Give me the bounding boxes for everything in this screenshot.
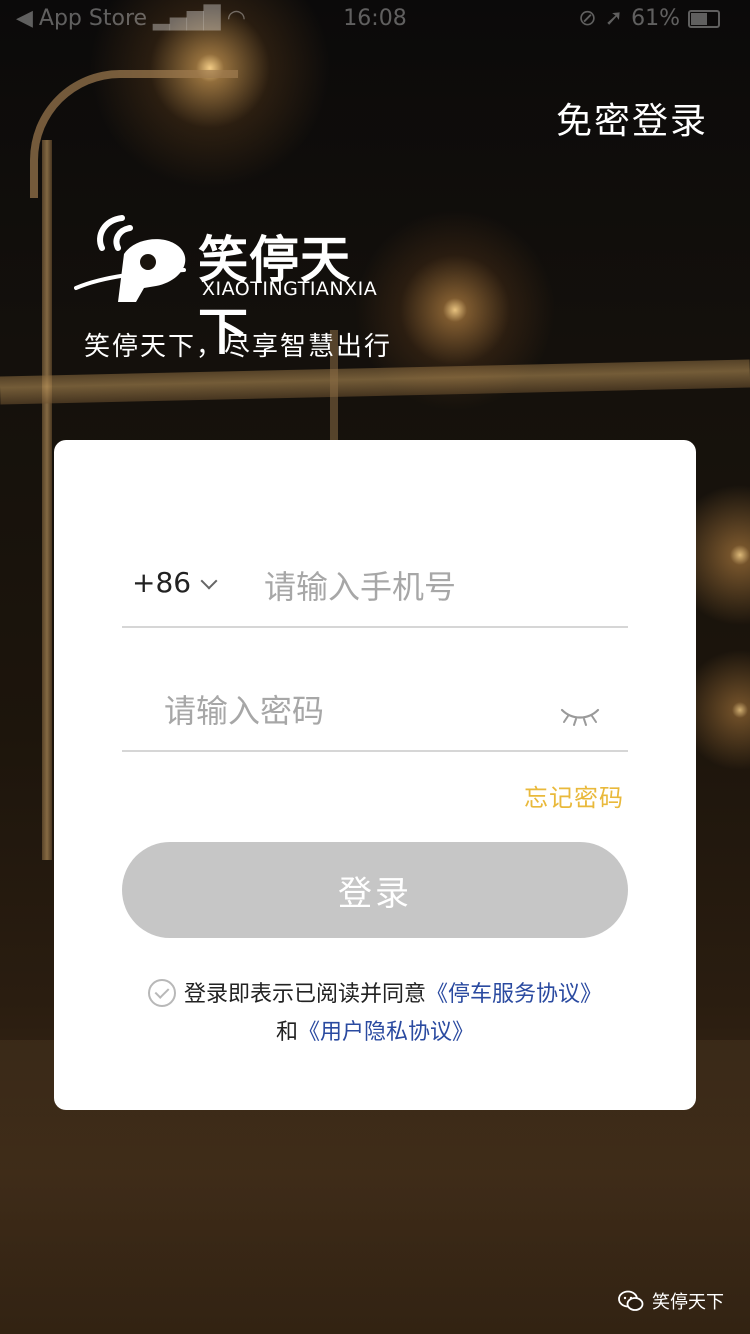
password-field bbox=[122, 680, 628, 752]
brand-slogan: 笑停天下，尽享智慧出行 bbox=[84, 332, 393, 362]
street-lamp-pole bbox=[42, 140, 52, 860]
passwordless-login-link[interactable]: 免密登录 bbox=[556, 92, 708, 144]
login-card: +86 忘记密码 登录 登录即表示已阅读并同意《停车服务协议》 和《用户隐私协议… bbox=[54, 440, 696, 1110]
wechat-watermark: 笑停天下 bbox=[618, 1288, 724, 1314]
battery-icon bbox=[688, 9, 720, 28]
location-icon: ➚ bbox=[604, 6, 624, 31]
forgot-password-link[interactable]: 忘记密码 bbox=[524, 778, 624, 813]
orientation-lock-icon: ⊘ bbox=[578, 6, 597, 31]
agreement-prefix: 登录即表示已阅读并同意 bbox=[183, 982, 426, 1007]
agreement-text: 登录即表示已阅读并同意《停车服务协议》 和《用户隐私协议》 bbox=[54, 976, 696, 1052]
country-code: +86 bbox=[132, 566, 192, 599]
country-code-selector[interactable]: +86 bbox=[132, 566, 218, 599]
status-right: ⊘ ➚ 61% bbox=[578, 6, 720, 31]
watermark-account: 笑停天下 bbox=[652, 1292, 724, 1313]
eye-closed-icon[interactable] bbox=[558, 698, 602, 728]
chevron-down-icon bbox=[200, 572, 218, 589]
brand-logo: 笑停天下 XIAOTINGTIANXIA bbox=[74, 206, 394, 361]
wechat-icon bbox=[618, 1290, 644, 1311]
phone-field: +86 bbox=[122, 556, 628, 628]
phone-input[interactable] bbox=[264, 560, 614, 614]
agreement-conjunction: 和 bbox=[275, 1020, 298, 1045]
status-bar: ◀ App Store ▂▄▆█ ◠ 16:08 ⊘ ➚ 61% bbox=[0, 0, 750, 40]
parking-agreement-link[interactable]: 《停车服务协议》 bbox=[426, 982, 602, 1007]
logo-mark-icon bbox=[74, 215, 186, 302]
privacy-agreement-link[interactable]: 《用户隐私协议》 bbox=[298, 1020, 474, 1045]
password-input[interactable] bbox=[164, 684, 544, 738]
brand-name-en: XIAOTINGTIANXIA bbox=[202, 278, 378, 300]
agree-check-icon[interactable] bbox=[147, 979, 176, 1007]
battery-percent: 61% bbox=[631, 6, 680, 31]
login-button[interactable]: 登录 bbox=[122, 842, 628, 938]
